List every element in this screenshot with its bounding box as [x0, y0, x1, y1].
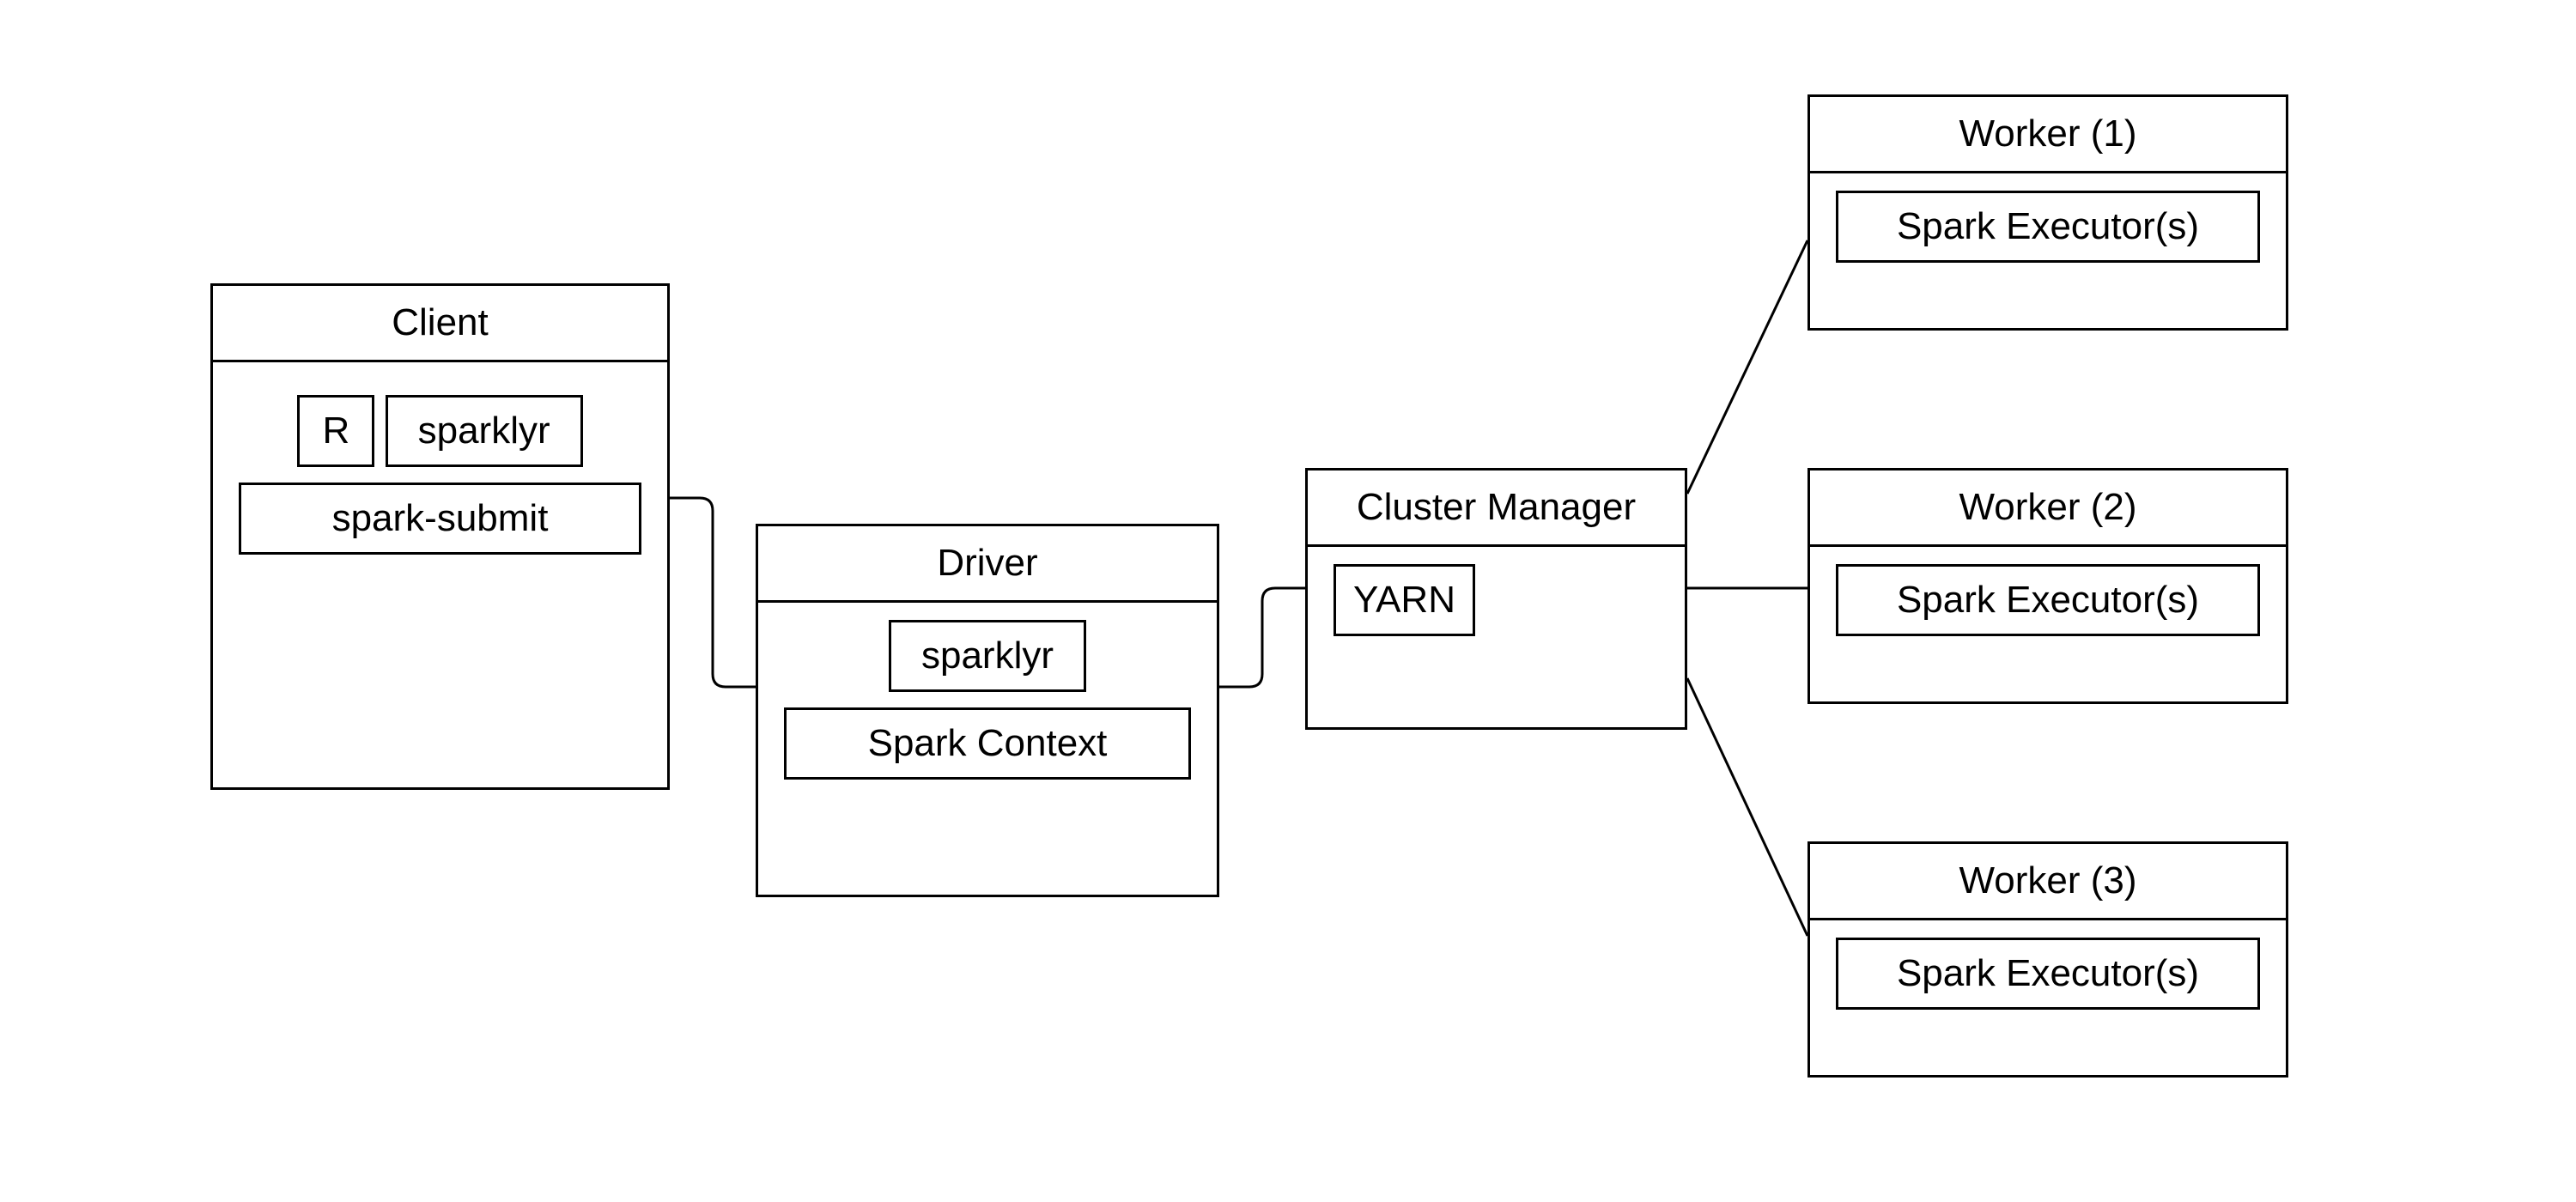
client-spark-submit-chip: spark-submit	[239, 483, 641, 555]
worker-3-title: Worker (3)	[1810, 844, 2286, 920]
driver-box: Driver sparklyr Spark Context	[756, 524, 1219, 897]
client-box: Client R sparklyr spark-submit	[210, 283, 670, 790]
client-r-chip: R	[297, 395, 374, 467]
worker-1-title: Worker (1)	[1810, 97, 2286, 173]
cluster-manager-title: Cluster Manager	[1308, 470, 1685, 547]
cluster-manager-box: Cluster Manager YARN	[1305, 468, 1687, 730]
worker-1-box: Worker (1) Spark Executor(s)	[1807, 94, 2288, 331]
driver-title: Driver	[758, 526, 1217, 603]
worker-3-box: Worker (3) Spark Executor(s)	[1807, 841, 2288, 1078]
worker-3-executor-chip: Spark Executor(s)	[1836, 938, 2260, 1010]
client-sparklyr-chip: sparklyr	[386, 395, 583, 467]
worker-2-box: Worker (2) Spark Executor(s)	[1807, 468, 2288, 704]
driver-spark-context-chip: Spark Context	[784, 707, 1191, 780]
worker-2-executor-chip: Spark Executor(s)	[1836, 564, 2260, 636]
cluster-yarn-chip: YARN	[1334, 564, 1475, 636]
worker-2-title: Worker (2)	[1810, 470, 2286, 547]
worker-1-executor-chip: Spark Executor(s)	[1836, 191, 2260, 263]
driver-sparklyr-chip: sparklyr	[889, 620, 1086, 692]
client-title: Client	[213, 286, 667, 362]
